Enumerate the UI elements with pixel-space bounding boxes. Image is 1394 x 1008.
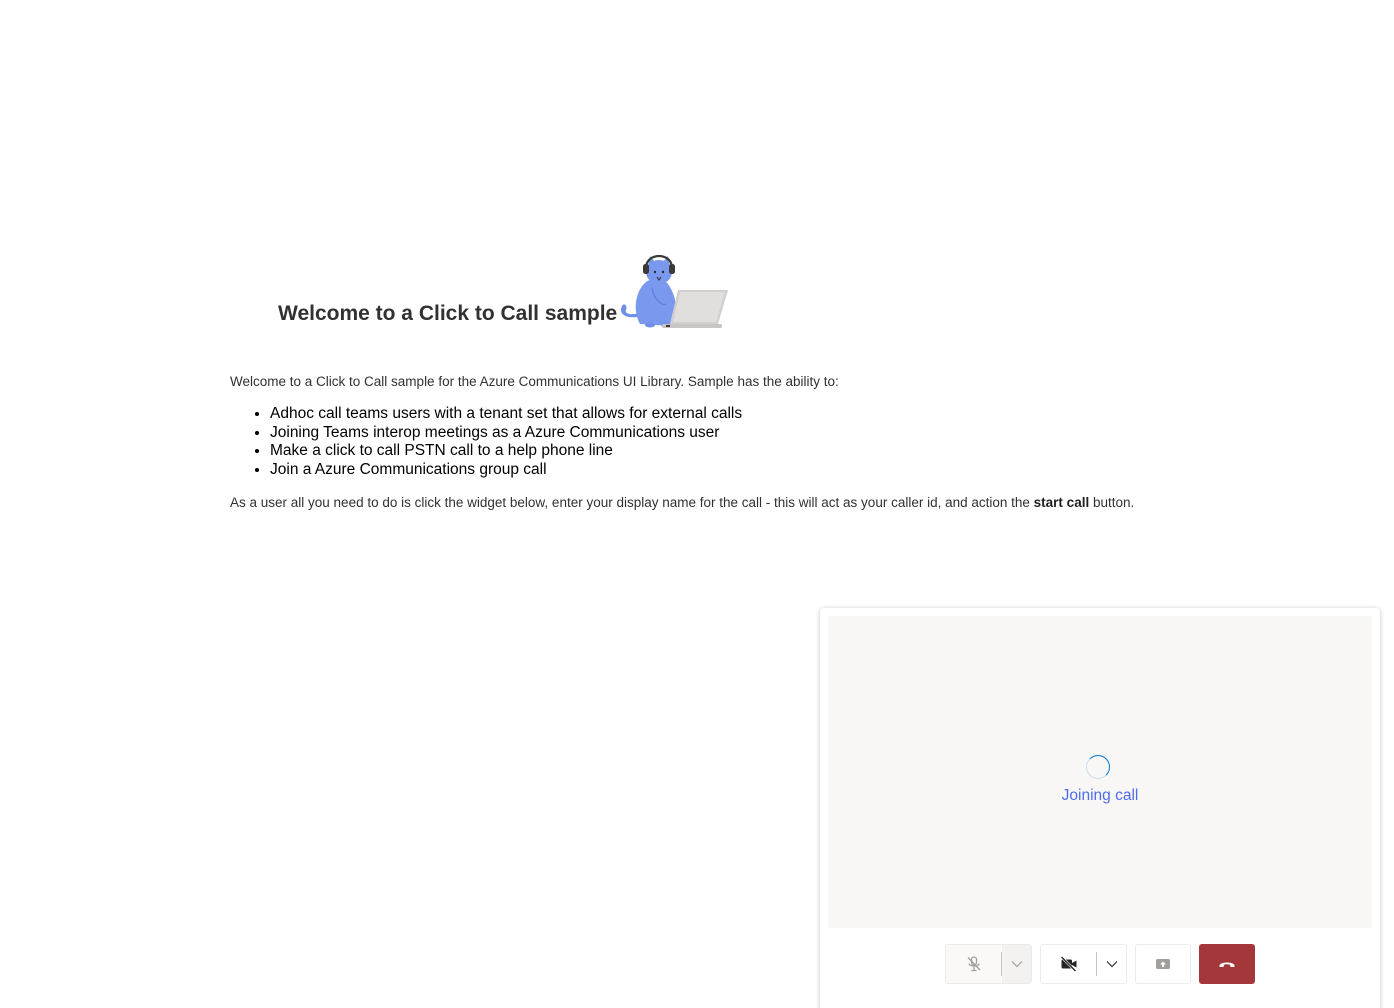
hero-section: Welcome to a Click to Call sample	[0, 240, 1394, 340]
chevron-down-icon	[1106, 960, 1118, 968]
call-widget: Joining call	[820, 608, 1380, 1008]
list-item: Join a Azure Communications group call	[270, 461, 742, 480]
microphone-options-button[interactable]	[1002, 945, 1031, 983]
instructions-text: As a user all you need to do is click th…	[230, 495, 1134, 510]
call-stage: Joining call	[828, 616, 1372, 928]
end-call-button[interactable]	[1199, 944, 1255, 984]
page: Welcome to a Click to Call sample Welcom…	[0, 0, 1394, 1008]
share-screen-button[interactable]	[1135, 944, 1191, 984]
loading-spinner-icon	[1086, 755, 1110, 779]
cat-with-headphones-laptop-illustration	[612, 244, 732, 334]
camera-options-button[interactable]	[1097, 945, 1126, 983]
share-screen-icon	[1155, 957, 1171, 971]
features-list: Adhoc call teams users with a tenant set…	[230, 405, 742, 479]
call-status-text: Joining call	[1061, 787, 1139, 804]
video-off-icon	[1060, 956, 1078, 972]
microphone-split-button[interactable]	[945, 944, 1032, 984]
mic-off-icon	[965, 955, 983, 973]
list-item: Adhoc call teams users with a tenant set…	[270, 405, 742, 424]
camera-button[interactable]	[1041, 945, 1096, 983]
intro-text: Welcome to a Click to Call sample for th…	[230, 374, 839, 389]
page-title: Welcome to a Click to Call sample	[278, 302, 618, 325]
hang-up-icon	[1218, 959, 1236, 969]
camera-split-button[interactable]	[1040, 944, 1127, 984]
instructions-text-after: button.	[1089, 495, 1135, 510]
start-call-emphasis: start call	[1033, 495, 1090, 510]
chevron-down-icon	[1011, 960, 1023, 968]
instructions-text-before: As a user all you need to do is click th…	[230, 495, 1034, 510]
list-item: Make a click to call PSTN call to a help…	[270, 442, 742, 461]
microphone-button[interactable]	[946, 945, 1002, 983]
list-item: Joining Teams interop meetings as a Azur…	[270, 424, 742, 443]
